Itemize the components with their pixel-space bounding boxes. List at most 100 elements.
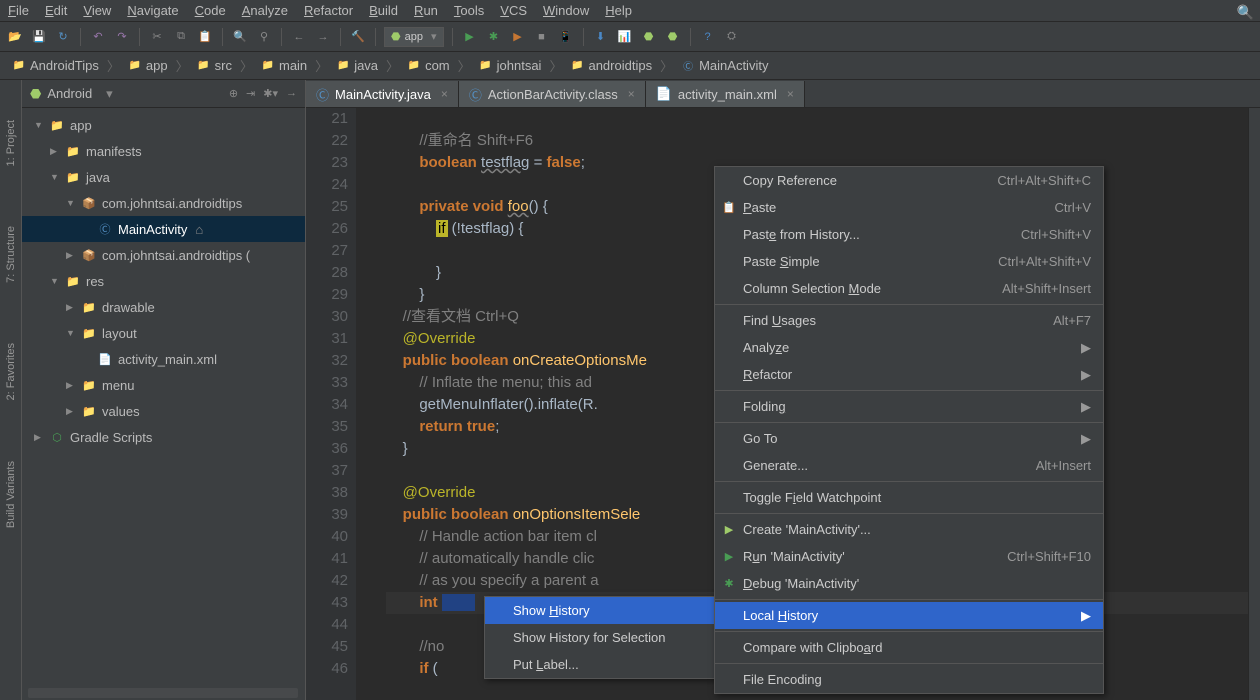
tab-close-icon[interactable]: × bbox=[787, 87, 794, 101]
forward-icon[interactable]: → bbox=[314, 28, 332, 46]
cut-icon[interactable]: ✂ bbox=[148, 28, 166, 46]
ctx-copy-reference[interactable]: Copy ReferenceCtrl+Alt+Shift+C bbox=[715, 167, 1103, 194]
run-icon[interactable]: ▶ bbox=[461, 28, 479, 46]
tree-item-values[interactable]: ▶📁values bbox=[22, 398, 305, 424]
stop-icon[interactable]: ■ bbox=[533, 28, 551, 46]
ctx-run-mainactivity-[interactable]: ▶Run 'MainActivity'Ctrl+Shift+F10 bbox=[715, 543, 1103, 570]
tree-item-layout[interactable]: ▼📁layout bbox=[22, 320, 305, 346]
tree-item-com-johntsai-androidtips[interactable]: ▼📦com.johntsai.androidtips bbox=[22, 190, 305, 216]
breadcrumb-app[interactable]: 📁app bbox=[122, 56, 174, 75]
local-history-submenu[interactable]: Show HistoryShow History for SelectionPu… bbox=[484, 596, 724, 679]
rail-build-variants[interactable]: Build Variants bbox=[5, 461, 17, 528]
tab-mainactivity-java[interactable]: ⒸMainActivity.java× bbox=[306, 81, 459, 107]
tab-activity-main-xml[interactable]: 📄activity_main.xml× bbox=[646, 81, 805, 107]
menu-edit[interactable]: Edit bbox=[45, 3, 67, 18]
ctx-paste[interactable]: 📋PasteCtrl+V bbox=[715, 194, 1103, 221]
open-icon[interactable]: 📂 bbox=[6, 28, 24, 46]
menu-window[interactable]: Window bbox=[543, 3, 589, 18]
tree-item-app[interactable]: ▼📁app bbox=[22, 112, 305, 138]
sidebar-target-icon[interactable]: ⊕ bbox=[229, 87, 238, 100]
sdk-icon[interactable]: ⬇ bbox=[592, 28, 610, 46]
redo-icon[interactable]: ↷ bbox=[113, 28, 131, 46]
sidebar-hide-icon[interactable]: → bbox=[286, 87, 297, 100]
tree-item-mainactivity[interactable]: ⒸMainActivity⌂ bbox=[22, 216, 305, 242]
paste-icon[interactable]: 📋 bbox=[196, 28, 214, 46]
ctx-generate-[interactable]: Generate...Alt+Insert bbox=[715, 452, 1103, 479]
menu-vcs[interactable]: VCS bbox=[500, 3, 527, 18]
ctx-local-history[interactable]: Local History▶ bbox=[715, 602, 1103, 629]
submenu-show-history[interactable]: Show History bbox=[485, 597, 723, 624]
editor-context-menu[interactable]: Copy ReferenceCtrl+Alt+Shift+C📋PasteCtrl… bbox=[714, 166, 1104, 694]
find-icon[interactable]: 🔍 bbox=[231, 28, 249, 46]
search-everywhere-icon[interactable]: 🔍 bbox=[1237, 4, 1254, 21]
ctx-go-to[interactable]: Go To▶ bbox=[715, 425, 1103, 452]
sidebar-collapse-icon[interactable]: ⇥ bbox=[246, 87, 255, 100]
ctx-paste-from-history-[interactable]: Paste from History...Ctrl+Shift+V bbox=[715, 221, 1103, 248]
copy-icon[interactable]: ⧉ bbox=[172, 28, 190, 46]
ctx-toggle-field-watchpoint[interactable]: Toggle Field Watchpoint bbox=[715, 484, 1103, 511]
breadcrumb-mainactivity[interactable]: ⒸMainActivity bbox=[675, 56, 774, 75]
tab-actionbaractivity-class[interactable]: ⒸActionBarActivity.class× bbox=[459, 81, 646, 107]
menu-file[interactable]: File bbox=[8, 3, 29, 18]
menu-refactor[interactable]: Refactor bbox=[304, 3, 353, 18]
breadcrumb-java[interactable]: 📁java bbox=[330, 56, 384, 75]
ctx-column-selection-mode[interactable]: Column Selection ModeAlt+Shift+Insert bbox=[715, 275, 1103, 302]
tree-item-res[interactable]: ▼📁res bbox=[22, 268, 305, 294]
attach-icon[interactable]: ▶ bbox=[509, 28, 527, 46]
submenu-show-history-for-selection[interactable]: Show History for Selection bbox=[485, 624, 723, 651]
tab-close-icon[interactable]: × bbox=[628, 87, 635, 101]
help-icon[interactable]: ? bbox=[699, 28, 717, 46]
menu-view[interactable]: View bbox=[83, 3, 111, 18]
submenu-put-label-[interactable]: Put Label... bbox=[485, 651, 723, 678]
sidebar-hscroll[interactable] bbox=[28, 688, 298, 698]
ctx-analyze[interactable]: Analyze▶ bbox=[715, 334, 1103, 361]
android-icon[interactable]: ⬣ bbox=[640, 28, 658, 46]
menu-help[interactable]: Help bbox=[605, 3, 632, 18]
tree-item-gradle-scripts[interactable]: ▶⬡Gradle Scripts bbox=[22, 424, 305, 450]
tree-item-menu[interactable]: ▶📁menu bbox=[22, 372, 305, 398]
build-icon[interactable]: 🔨 bbox=[349, 28, 367, 46]
tree-item-activity-main-xml[interactable]: 📄activity_main.xml bbox=[22, 346, 305, 372]
replace-icon[interactable]: ⚲ bbox=[255, 28, 273, 46]
monitor-icon[interactable]: 📊 bbox=[616, 28, 634, 46]
debug-icon[interactable]: ✱ bbox=[485, 28, 503, 46]
rail-2-favorites[interactable]: 2: Favorites bbox=[5, 343, 17, 400]
rail-1-project[interactable]: 1: Project bbox=[5, 120, 17, 166]
undo-icon[interactable]: ↶ bbox=[89, 28, 107, 46]
run-config-selector[interactable]: ⬣app▾ bbox=[384, 27, 444, 47]
ctx-create-mainactivity-[interactable]: ▶Create 'MainActivity'... bbox=[715, 516, 1103, 543]
sync-icon[interactable]: ↻ bbox=[54, 28, 72, 46]
breadcrumb-main[interactable]: 📁main bbox=[255, 56, 313, 75]
ctx-compare-with-clipboard[interactable]: Compare with Clipboard bbox=[715, 634, 1103, 661]
tree-item-drawable[interactable]: ▶📁drawable bbox=[22, 294, 305, 320]
breadcrumb-androidtips[interactable]: 📁AndroidTips bbox=[6, 56, 105, 75]
tab-close-icon[interactable]: × bbox=[441, 87, 448, 101]
ctx-folding[interactable]: Folding▶ bbox=[715, 393, 1103, 420]
ctx-debug-mainactivity-[interactable]: ✱Debug 'MainActivity' bbox=[715, 570, 1103, 597]
ctx-find-usages[interactable]: Find UsagesAlt+F7 bbox=[715, 307, 1103, 334]
avd-icon[interactable]: 📱 bbox=[557, 28, 575, 46]
breadcrumb-com[interactable]: 📁com bbox=[401, 56, 456, 75]
project-tree[interactable]: ▼📁app▶📁manifests▼📁java▼📦com.johntsai.and… bbox=[22, 108, 305, 700]
save-icon[interactable]: 💾 bbox=[30, 28, 48, 46]
breadcrumb-johntsai[interactable]: 📁johntsai bbox=[473, 56, 548, 75]
breadcrumb-src[interactable]: 📁src bbox=[191, 56, 238, 75]
ctx-refactor[interactable]: Refactor▶ bbox=[715, 361, 1103, 388]
menu-navigate[interactable]: Navigate bbox=[127, 3, 178, 18]
menu-analyze[interactable]: Analyze bbox=[242, 3, 288, 18]
tree-item-java[interactable]: ▼📁java bbox=[22, 164, 305, 190]
rail-7-structure[interactable]: 7: Structure bbox=[5, 226, 17, 283]
tree-item-com-johntsai-androidtips-[interactable]: ▶📦com.johntsai.androidtips ( bbox=[22, 242, 305, 268]
ctx-file-encoding[interactable]: File Encoding bbox=[715, 666, 1103, 693]
menu-run[interactable]: Run bbox=[414, 3, 438, 18]
back-icon[interactable]: ← bbox=[290, 28, 308, 46]
android2-icon[interactable]: ⬣ bbox=[664, 28, 682, 46]
breadcrumb-androidtips[interactable]: 📁androidtips bbox=[564, 56, 658, 75]
menu-tools[interactable]: Tools bbox=[454, 3, 484, 18]
sidebar-view-label[interactable]: Android bbox=[47, 86, 92, 101]
ctx-paste-simple[interactable]: Paste SimpleCtrl+Alt+Shift+V bbox=[715, 248, 1103, 275]
menu-code[interactable]: Code bbox=[195, 3, 226, 18]
settings-icon[interactable]: ⛭ bbox=[723, 28, 741, 46]
sidebar-view-dropdown-icon[interactable]: ▾ bbox=[106, 86, 113, 102]
tree-item-manifests[interactable]: ▶📁manifests bbox=[22, 138, 305, 164]
